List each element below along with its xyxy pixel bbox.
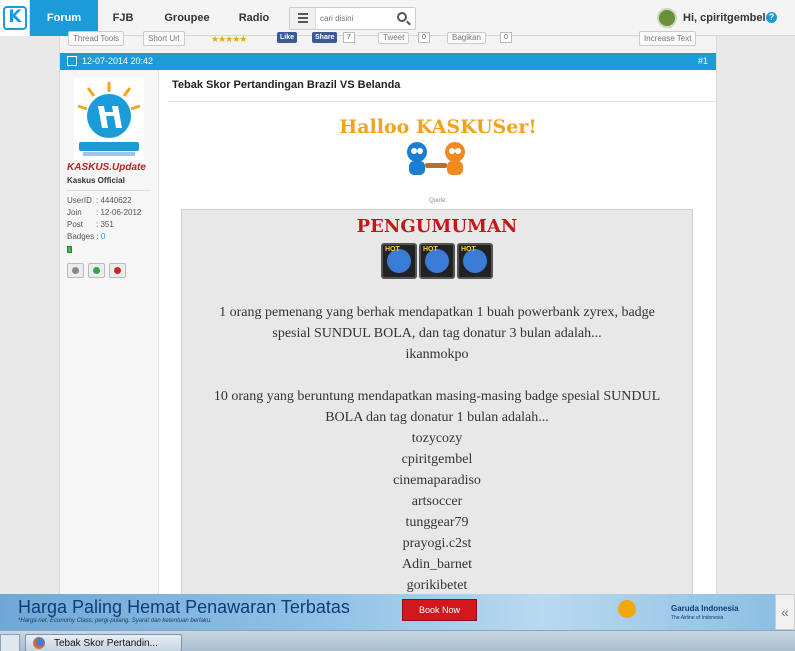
report-icon [114,267,121,274]
rating-stars[interactable]: ★★★★★ [211,34,247,45]
winner-name: tunggear79 [405,515,469,530]
stat-post: Post : 351 [67,220,114,229]
post-header: 12-07-2014 20:42 #1 [60,53,716,70]
badges-count[interactable]: 0 [101,232,105,241]
firefox-icon [33,637,45,649]
kaskus-logo[interactable]: K [0,0,30,36]
ad-brand-tagline: The Airline of Indonesia [671,615,724,621]
os-taskbar: Tebak Skor Pertandin... [0,630,795,651]
ad-disclaimer: *Harga net, Economy Class, pergi-pulang.… [18,618,212,624]
poster-info: KASKUS.Update Kaskus Official UserID : 44… [60,70,159,594]
winner-name: cpiritgembel [401,452,473,467]
quote-box: PENGUMUMAN 1 orang pemenang yang berhak … [181,209,693,609]
message-icon [93,267,100,274]
short-url-button[interactable]: Short Url [143,31,185,46]
stat-label: UserID [67,196,92,205]
message-button[interactable] [88,263,105,278]
kaskus-update-avatar[interactable] [74,78,144,160]
increase-text-button[interactable]: Increase Text [639,31,697,46]
stat-userid: UserID : 4440622 [67,196,132,205]
winner-name: prayogi.c2st [402,536,472,551]
hot-images [381,243,495,279]
bagikan-button[interactable]: Bagikan [447,32,486,44]
winner-name: artsoccer [411,494,463,509]
facebook-like-button[interactable]: Like [277,32,298,43]
announcement-line: BOLA dan tag donatur 1 bulan adalah... [325,410,549,425]
garuda-ad-banner[interactable]: Harga Paling Hemat Penawaran Terbatas *H… [0,594,775,630]
quote-label: Quote: [428,198,447,204]
tweet-button[interactable]: Tweet [378,32,410,44]
divider [168,101,716,102]
stat-value: : 4440622 [96,196,132,205]
taskbar-window-button[interactable]: Tebak Skor Pertandin... [25,634,182,651]
taskbar-window-title: Tebak Skor Pertandin... [54,638,158,649]
ad-badge-icon [618,600,636,618]
stat-label: Join [67,208,82,217]
collapse-ad-button[interactable]: « [775,594,795,630]
menu-list-icon[interactable] [290,8,316,29]
stat-label: Post [67,220,84,229]
search-icon[interactable] [397,12,407,22]
announcement-line: 10 orang yang beruntung mendapatkan masi… [213,389,661,404]
book-now-button[interactable]: Book Now [402,599,477,621]
winner-name: tozycozy [411,431,463,446]
post-title: Tebak Skor Pertandingan Brazil VS Beland… [172,79,401,91]
profile-icon [72,267,79,274]
profile-button[interactable] [67,263,84,278]
stat-value: : 12-06-2012 [96,208,142,217]
kaskus-logo-icon: K [3,6,27,30]
reputation-icon [67,246,72,253]
ad-brand-name: Garuda Indonesia [671,604,739,613]
winner-name: gorikibetet [406,578,468,593]
grand-winner-name: ikanmokpo [405,347,469,362]
post-number-link[interactable]: #1 [698,56,708,66]
tweet-count: 0 [418,32,430,43]
post-date: 12-07-2014 20:42 [82,56,154,66]
stat-join: Join : 12-06-2012 [67,208,141,217]
user-avatar[interactable] [657,8,677,28]
announcement-heading: PENGUMUMAN [356,216,518,237]
announcement-line: spesial SUNDUL BOLA, dan tag donatur 3 b… [272,326,602,341]
facebook-share-button[interactable]: Share [312,32,338,43]
announcement-line: 1 orang pemenang yang berhak mendapatkan… [219,305,655,320]
hot-image [419,243,455,279]
winner-name: cinemaparadiso [393,473,481,488]
thread-tools-button[interactable]: Thread Tools [68,31,125,46]
thread-toolbar: Thread Tools Short Url ★★★★★ Like Share … [60,31,716,53]
stat-label: Badges : [67,232,101,241]
share-count: 7 [343,32,355,43]
winner-name: Adin_barnet [402,557,472,572]
nav-tab-radio[interactable]: Radio [230,0,278,36]
stat-badges: Badges : 0 [67,232,105,241]
kaskus-mascots-image [407,142,465,175]
hot-image [381,243,417,279]
search-input[interactable] [320,11,390,26]
poster-username[interactable]: KASKUS.Update [67,162,146,173]
search-bar [289,7,416,30]
help-icon[interactable]: ? [766,12,777,23]
bagikan-count: 0 [500,32,512,43]
stat-value: : 351 [96,220,114,229]
halloo-banner-text: Halloo KASKUSer! [339,116,537,138]
hot-image [457,243,493,279]
thread-content: Thread Tools Short Url ★★★★★ Like Share … [59,31,717,609]
report-button[interactable] [109,263,126,278]
divider [67,190,151,191]
checkbox-icon[interactable] [67,56,77,66]
taskbar-left-button[interactable] [0,634,20,651]
ad-title: Harga Paling Hemat Penawaran Terbatas [18,597,350,617]
user-greeting[interactable]: Hi, cpiritgembel [683,12,766,24]
poster-role: Kaskus Official [67,176,125,185]
